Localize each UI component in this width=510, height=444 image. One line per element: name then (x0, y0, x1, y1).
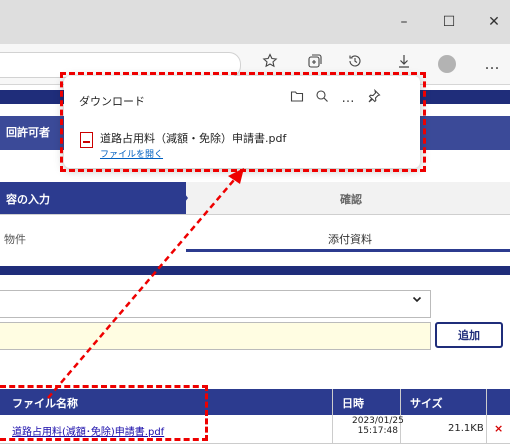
more-options-button[interactable]: … (478, 50, 506, 78)
col-size: サイズ (410, 397, 443, 410)
column-divider (486, 389, 487, 443)
step-arrow (176, 182, 188, 214)
highlight-downloads-panel (60, 72, 426, 172)
tab-attachments[interactable]: 添付資料 (328, 231, 372, 247)
header-text: 回許可者 (6, 126, 50, 139)
file-time: 15:17:48 (357, 426, 398, 436)
section-band (0, 266, 510, 275)
maximize-button[interactable]: ☐ (434, 10, 464, 34)
add-button[interactable]: 追加 (435, 322, 503, 348)
minimize-button[interactable]: – (389, 10, 419, 34)
step-input-current: 容の入力 (0, 182, 186, 214)
col-datetime: 日時 (342, 397, 364, 410)
file-size: 21.1KB (448, 423, 484, 434)
delete-file-button[interactable]: × (494, 422, 503, 435)
chevron-down-icon[interactable] (412, 293, 422, 307)
tab-property[interactable]: 物件 (4, 231, 26, 247)
step-confirm-label: 確認 (340, 193, 362, 206)
file-date: 2023/01/25 (352, 416, 404, 426)
file-datetime: 2023/01/25 15:17:48 (352, 416, 404, 436)
close-window-button[interactable]: ✕ (479, 10, 509, 34)
file-input-field[interactable] (0, 322, 431, 350)
file-type-select[interactable] (0, 290, 431, 318)
step-input-label: 容の入力 (6, 193, 50, 206)
column-divider (332, 389, 333, 443)
active-tab-underline (186, 249, 510, 252)
profile-avatar[interactable] (438, 55, 456, 73)
highlight-file-row (0, 385, 208, 441)
